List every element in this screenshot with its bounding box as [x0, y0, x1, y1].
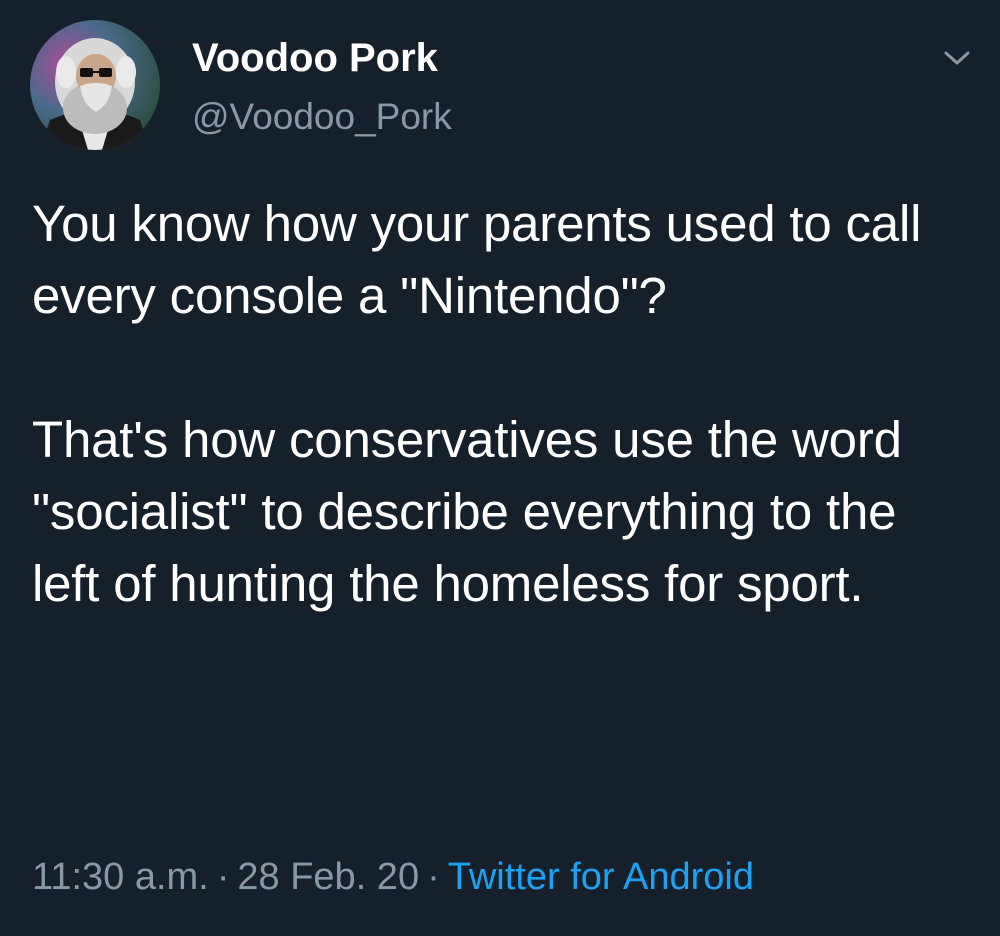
tweet-text: You know how your parents used to call e…: [32, 188, 972, 620]
user-handle[interactable]: @Voodoo_Pork: [192, 96, 452, 138]
display-name[interactable]: Voodoo Pork: [192, 36, 452, 80]
tweet-menu-button[interactable]: [942, 46, 972, 70]
tweet-paragraph: You know how your parents used to call e…: [32, 195, 922, 324]
tweet-card: Voodoo Pork @Voodoo_Pork You know how yo…: [0, 0, 1000, 936]
tweet-time[interactable]: 11:30 a.m.: [32, 856, 209, 898]
avatar[interactable]: [30, 20, 160, 150]
chevron-down-icon: [944, 51, 970, 65]
meta-separator: ·: [216, 856, 230, 898]
user-names: Voodoo Pork @Voodoo_Pork: [192, 36, 452, 138]
tweet-source-link[interactable]: Twitter for Android: [448, 856, 754, 898]
avatar-portrait-icon: [30, 20, 160, 150]
meta-separator: ·: [427, 856, 440, 898]
tweet-paragraph: That's how conservatives use the word "s…: [32, 411, 902, 612]
tweet-metadata: 11:30 a.m. · 28 Feb. 20 · Twitter for Androi…: [32, 852, 754, 902]
tweet-date[interactable]: 28 Feb. 20: [237, 856, 419, 898]
